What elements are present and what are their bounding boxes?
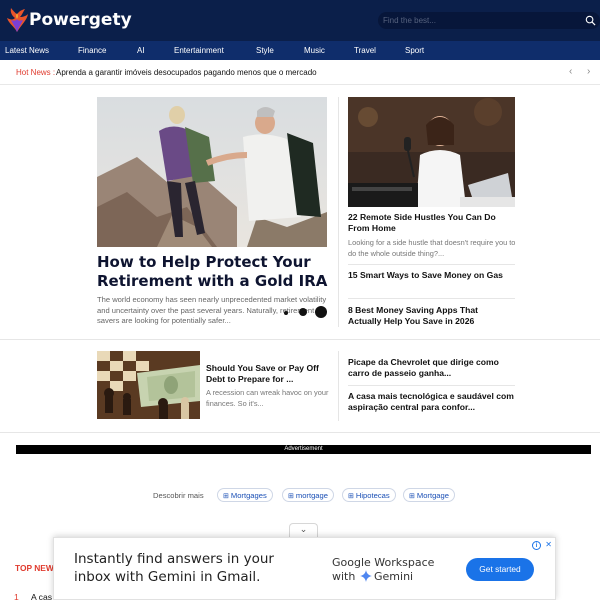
chevron-down-icon: ⌄ [299,524,308,534]
gemini-star-icon [360,570,372,582]
nav-item-travel[interactable]: Travel [354,46,376,55]
main-nav: Latest News Finance AI Entertainment Sty… [0,41,600,60]
featured-title[interactable]: How to Help Protect Your Retirement with… [97,253,329,291]
discover-chip-mortgages[interactable]: ⊞ Mortgages [217,488,273,502]
collapse-ad-button[interactable]: ⌄ [289,523,318,538]
side-article-title[interactable]: 22 Remote Side Hustles You Can Do From H… [348,212,518,234]
nav-item-ai[interactable]: AI [137,46,145,55]
search-chip-icon: ⊞ [348,493,354,500]
search-chip-icon: ⊞ [288,493,294,500]
nav-item-music[interactable]: Music [304,46,325,55]
divider [348,298,515,299]
hot-news-ticker: Hot News : Aprenda a garantir imóveis de… [0,60,600,85]
site-header: Powergety [0,0,600,41]
discover-chip-mortgage-2[interactable]: ⊞ Mortgage [403,488,455,502]
nav-item-finance[interactable]: Finance [78,46,106,55]
chip-label: Hipotecas [355,491,390,500]
chess-money-image[interactable] [97,351,200,419]
chevrolet-article-title[interactable]: Picape da Chevrolet que dirige como carr… [348,357,518,379]
top-news-heading: TOP NEW [15,563,54,573]
chip-label: mortgage [295,491,328,500]
nav-item-sport[interactable]: Sport [405,46,424,55]
close-icon[interactable]: ✕ [545,540,552,549]
discover-label: Descobrir mais [153,491,204,500]
side-article-title-2[interactable]: 15 Smart Ways to Save Money on Gas [348,270,513,281]
slider-dot-3[interactable] [315,306,327,318]
hot-news-headline[interactable]: Aprenda a garantir imóveis desocupados p… [56,68,317,77]
chevron-right-icon[interactable]: › [587,66,590,77]
featured-image[interactable] [97,97,327,247]
divider [348,264,515,265]
side-hustle-image[interactable] [348,97,515,207]
featured-excerpt: The world economy has seen nearly unprec… [97,295,327,325]
slider-dot-2[interactable] [299,308,307,316]
hot-news-label: Hot News : [16,68,56,77]
discover-chip-hipotecas[interactable]: ⊞ Hipotecas [342,488,396,502]
top-news-rank: 1 [14,592,19,600]
brand-name[interactable]: Powergety [29,10,132,30]
search-box[interactable] [378,12,600,29]
chip-label: Mortgage [416,491,449,500]
debt-article-excerpt: A recession can wreak havoc on your fina… [206,388,329,408]
divider [348,385,515,386]
search-chip-icon: ⊞ [409,493,415,500]
gemini-ad-banner[interactable]: Instantly find answers in your inbox wit… [53,537,556,600]
advertisement-label: Advertisement [284,446,323,452]
search-icon[interactable] [585,15,596,26]
search-chip-icon: ⊞ [223,493,229,500]
get-started-button[interactable]: Get started [466,558,534,581]
column-divider [338,351,339,421]
ad-brand-workspace: Google Workspace [332,556,435,569]
nav-item-style[interactable]: Style [256,46,274,55]
debt-article-title[interactable]: Should You Save or Pay Off Debt to Prepa… [206,363,331,385]
column-divider [338,97,339,327]
adchoices-icon[interactable]: i [532,541,541,550]
nav-item-latest-news[interactable]: Latest News [5,46,49,55]
house-article-title[interactable]: A casa mais tecnológica e saudável com a… [348,391,518,413]
ad-brand-with: with [332,570,356,583]
discover-chip-mortgage[interactable]: ⊞ mortgage [282,488,334,502]
top-news-item[interactable]: A cas [31,592,52,600]
ad-brand-gemini: Gemini [374,570,414,583]
side-article-excerpt: Looking for a side hustle that doesn't r… [348,238,516,258]
side-article-title-3[interactable]: 8 Best Money Saving Apps That Actually H… [348,305,513,327]
slider-dot-1[interactable] [284,311,288,315]
section-divider [0,432,600,433]
nav-item-entertainment[interactable]: Entertainment [174,46,224,55]
section-divider [0,339,600,340]
chevron-left-icon[interactable]: ‹ [569,66,572,77]
ad-headline[interactable]: Instantly find answers in your inbox wit… [74,550,314,586]
chip-label: Mortgages [230,491,267,500]
phoenix-logo-icon[interactable] [5,6,29,34]
search-input[interactable] [383,14,578,27]
advertisement-bar: Advertisement [16,445,591,454]
